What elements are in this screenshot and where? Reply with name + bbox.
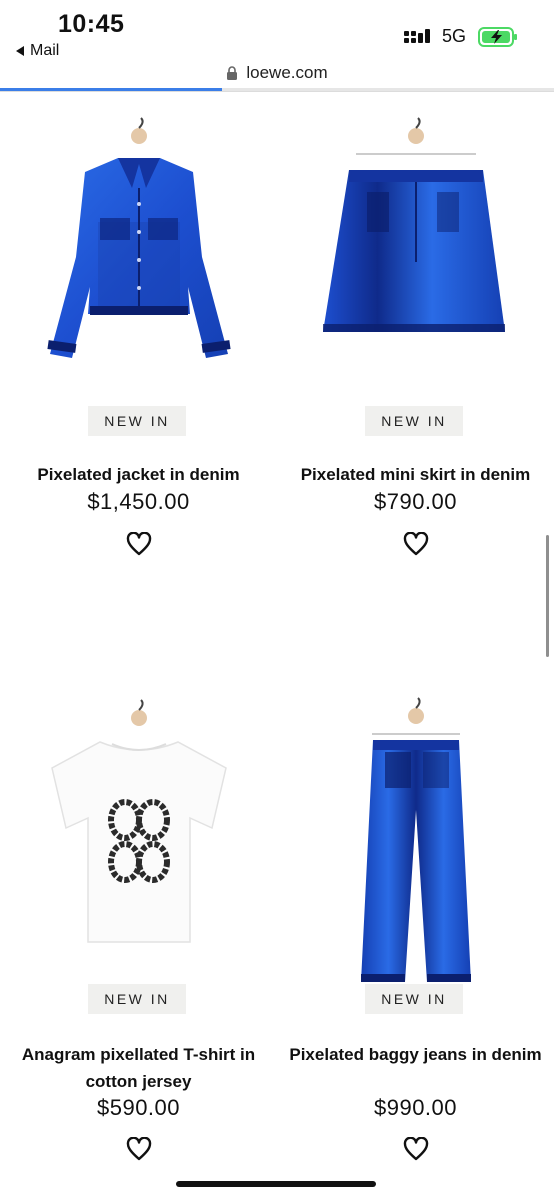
wishlist-heart-icon[interactable] (126, 532, 152, 556)
signal-icon (404, 29, 430, 43)
product-image-denim-jeans[interactable] (277, 690, 554, 1000)
battery-charging-icon (478, 27, 517, 47)
product-image-white-tshirt[interactable] (0, 690, 277, 970)
product-name[interactable]: Anagram pixellated T-shirt in cotton jer… (8, 1041, 269, 1095)
scrollbar[interactable] (546, 535, 549, 657)
product-price: $590.00 (96, 1095, 181, 1120)
wishlist-heart-icon[interactable] (126, 1137, 152, 1161)
badge-new-in: NEW IN (88, 406, 186, 436)
badge-new-in: NEW IN (365, 984, 463, 1014)
lock-icon (227, 66, 238, 80)
product-price: $790.00 (373, 489, 458, 514)
badge-new-in: NEW IN (365, 406, 463, 436)
clock: 10:45 (58, 10, 125, 38)
product-price: $1,450.00 (87, 489, 190, 514)
back-arrow-icon (16, 46, 24, 56)
product-name[interactable]: Pixelated jacket in denim (8, 461, 269, 488)
product-card[interactable]: NEW IN Anagram pixellated T-shirt in cot… (0, 690, 277, 1170)
product-card[interactable]: NEW IN Pixelated jacket in denim $1,450.… (0, 92, 277, 572)
product-card[interactable]: NEW IN Pixelated baggy jeans in denim $9… (277, 690, 554, 1170)
status-bar: 10:45 Mail 5G (0, 0, 554, 60)
product-name[interactable]: Pixelated baggy jeans in denim (285, 1041, 546, 1068)
wishlist-heart-icon[interactable] (403, 532, 429, 556)
home-indicator[interactable] (176, 1181, 376, 1187)
url-text: loewe.com (246, 63, 328, 82)
product-card[interactable]: NEW IN Pixelated mini skirt in denim $79… (277, 92, 554, 572)
product-name[interactable]: Pixelated mini skirt in denim (285, 461, 546, 488)
wishlist-heart-icon[interactable] (403, 1137, 429, 1161)
product-price: $990.00 (373, 1095, 458, 1120)
badge-new-in: NEW IN (88, 984, 186, 1014)
network-type: 5G (442, 26, 467, 46)
product-image-denim-skirt[interactable] (277, 92, 554, 362)
address-bar[interactable]: loewe.com (0, 58, 554, 88)
product-image-denim-jacket[interactable] (0, 92, 277, 362)
